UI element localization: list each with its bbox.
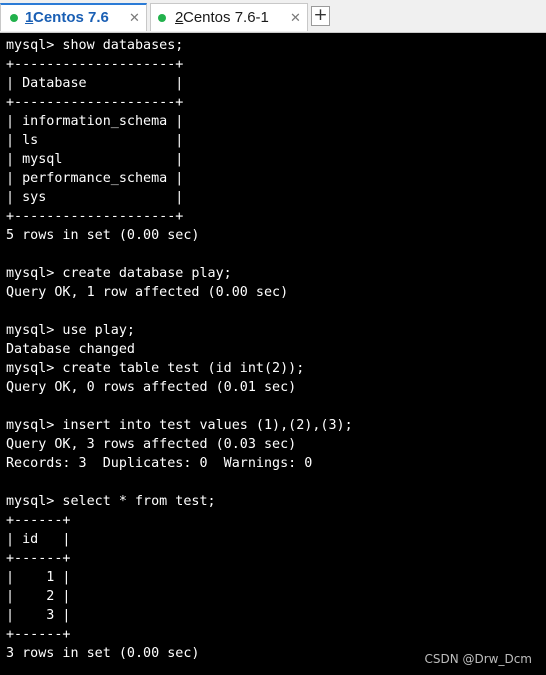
terminal-line: Query OK, 1 row affected (0.00 sec) [6, 285, 289, 300]
terminal-line: | 3 | [6, 608, 71, 623]
terminal-line: mysql> use play; [6, 323, 135, 338]
connection-status-dot-icon [158, 14, 166, 22]
terminal-line: mysql> create table test (id int(2)); [6, 361, 305, 376]
terminal-line: Query OK, 3 rows affected (0.03 sec) [6, 437, 297, 452]
terminal-line: | 1 | [6, 570, 71, 585]
terminal-line: | mysql | [6, 152, 184, 167]
terminal-line: | id | [6, 532, 71, 547]
close-tab-icon[interactable]: ✕ [129, 5, 140, 31]
terminal-line: mysql> select * from test; [6, 494, 216, 509]
tab-title: Centos 7.6 [33, 9, 109, 26]
new-tab-button[interactable]: + [311, 6, 330, 26]
terminal-line: +--------------------+ [6, 95, 184, 110]
terminal-line: Records: 3 Duplicates: 0 Warnings: 0 [6, 456, 313, 471]
terminal-line: +--------------------+ [6, 57, 184, 72]
terminal-line: | 2 | [6, 589, 71, 604]
terminal-line: +------+ [6, 627, 71, 642]
terminal-line: Database changed [6, 342, 135, 357]
terminal-line: | sys | [6, 190, 184, 205]
tab-title: Centos 7.6-1 [183, 9, 269, 26]
watermark: CSDN @Drw_Dcm [424, 652, 532, 666]
connection-status-dot-icon [10, 14, 18, 22]
terminal-line: | Database | [6, 76, 184, 91]
terminal-output[interactable]: mysql> show databases; +-----------------… [0, 33, 546, 675]
terminal-line: +------+ [6, 513, 71, 528]
terminal-line: Query OK, 0 rows affected (0.01 sec) [6, 380, 297, 395]
terminal-line: | performance_schema | [6, 171, 184, 186]
terminal-line: mysql> show databases; [6, 38, 184, 53]
tab-centos-7-6-1[interactable]: 2 Centos 7.6-1 ✕ [150, 3, 308, 31]
terminal-line: | ls | [6, 133, 184, 148]
terminal-line: mysql> create database play; [6, 266, 232, 281]
terminal-line: | information_schema | [6, 114, 184, 129]
close-tab-icon[interactable]: ✕ [290, 4, 301, 32]
terminal-line: +------+ [6, 551, 71, 566]
tab-centos-7-6[interactable]: 1 Centos 7.6 ✕ [0, 3, 147, 31]
terminal-lines: mysql> show databases; +-----------------… [6, 36, 353, 663]
terminal-line: mysql> insert into test values (1),(2),(… [6, 418, 353, 433]
terminal-line: 3 rows in set (0.00 sec) [6, 646, 200, 661]
terminal-line: 5 rows in set (0.00 sec) [6, 228, 200, 243]
tab-bar: 1 Centos 7.6 ✕ 2 Centos 7.6-1 ✕ + [0, 0, 546, 33]
terminal-line: +--------------------+ [6, 209, 184, 224]
